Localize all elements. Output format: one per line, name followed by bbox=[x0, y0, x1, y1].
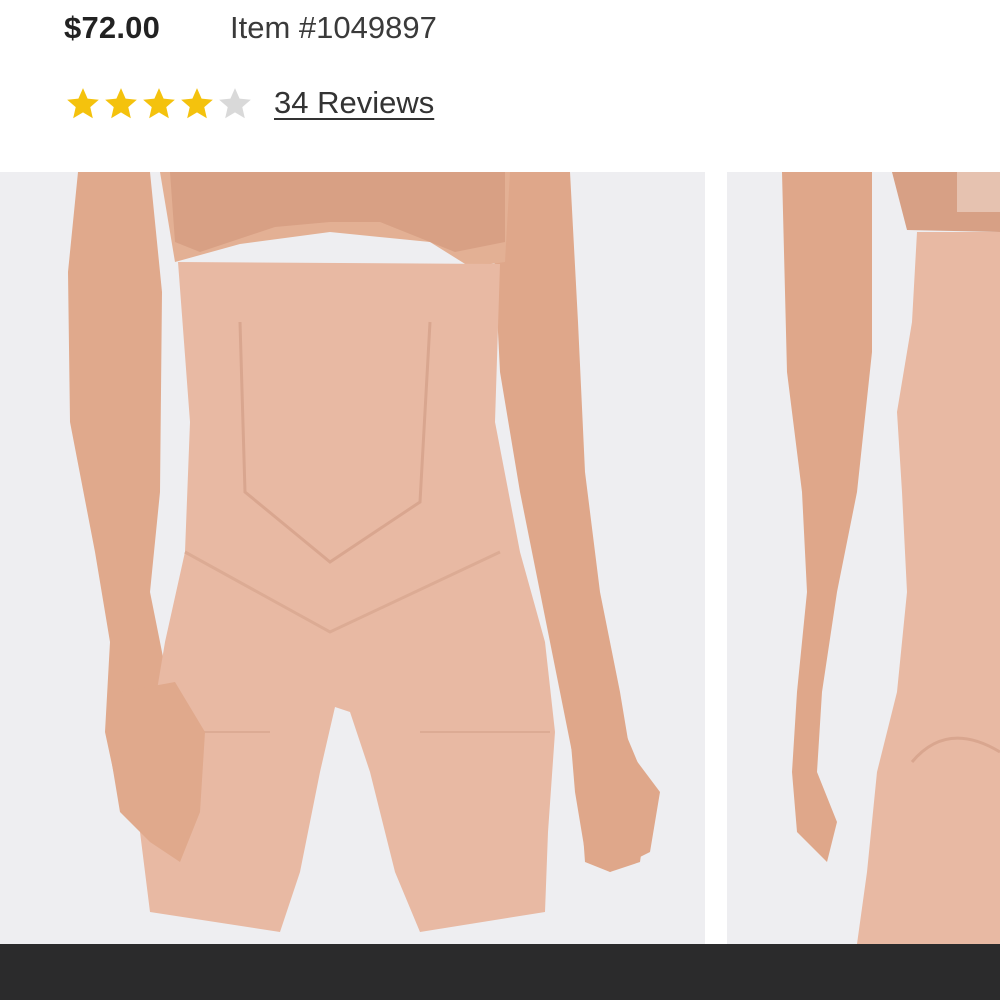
star-icon bbox=[105, 88, 137, 119]
front-view-illustration bbox=[0, 172, 705, 944]
star-icon bbox=[143, 88, 175, 119]
item-number: Item #1049897 bbox=[230, 10, 437, 45]
product-header: $72.00 Item #1049897 34 Reviews bbox=[0, 0, 1000, 172]
star-rating bbox=[64, 84, 254, 124]
back-view-photo[interactable] bbox=[727, 172, 1000, 944]
product-price: $72.00 bbox=[64, 10, 161, 45]
star-icon bbox=[181, 88, 213, 119]
product-image-gallery[interactable] bbox=[0, 172, 1000, 944]
back-view-illustration bbox=[727, 172, 1000, 944]
front-view-photo[interactable] bbox=[0, 172, 705, 944]
star-icon bbox=[219, 88, 251, 119]
star-icon bbox=[67, 88, 99, 119]
bottom-bar bbox=[0, 944, 1000, 1000]
reviews-link[interactable]: 34 Reviews bbox=[274, 85, 434, 121]
